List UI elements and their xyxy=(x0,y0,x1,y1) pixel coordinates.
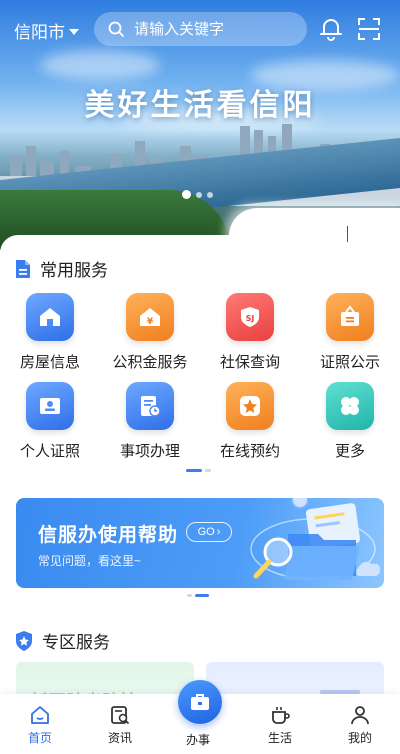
city-name: 信阳市 xyxy=(14,23,65,42)
service-label: 个人证照 xyxy=(19,443,80,460)
house-icon xyxy=(26,293,74,341)
social-security-icon: SJ xyxy=(226,293,274,341)
section-title: 常用服务 xyxy=(40,261,108,280)
user-icon xyxy=(351,706,369,725)
service-label: 社保查询 xyxy=(219,354,280,371)
nav-home[interactable]: 首页 xyxy=(0,694,80,754)
chevron-down-icon xyxy=(69,28,79,35)
chevron-right-icon: › xyxy=(216,526,221,538)
banner-pagination xyxy=(182,190,213,199)
service-housing-fund[interactable]: ¥ 公积金服务 xyxy=(100,293,200,372)
svg-text:SJ: SJ xyxy=(246,314,255,323)
zone-services-header: 专区服务 xyxy=(14,628,110,653)
go-label: GO xyxy=(197,526,215,538)
pagination-dot xyxy=(182,190,191,199)
bottom-navigation: 首页 资讯 ​ 生活 我的 办事 xyxy=(0,680,400,754)
nav-life[interactable]: 生活 xyxy=(240,694,320,754)
document-icon xyxy=(16,259,30,278)
nav-label: 资讯 xyxy=(107,731,132,745)
service-label: 公积金服务 xyxy=(112,354,188,371)
svg-text:¥: ¥ xyxy=(147,317,154,327)
folder-magnifier-illustration xyxy=(250,498,380,580)
nav-label: 我的 xyxy=(347,731,372,745)
nav-news[interactable]: 资讯 xyxy=(80,694,160,754)
briefcase-icon xyxy=(191,694,209,710)
services-row-1: 房屋信息 ¥ 公积金服务 SJ 社保查询 证照公示 xyxy=(0,293,400,372)
common-services-header: 常用服务 xyxy=(14,256,108,281)
service-label: 证照公示 xyxy=(319,354,380,371)
shield-star-icon xyxy=(16,630,32,651)
search-icon xyxy=(108,21,124,37)
help-subtitle: 常见问题，看这里~ xyxy=(38,554,142,568)
pagination-indicator xyxy=(195,594,209,597)
service-label: 事项办理 xyxy=(119,443,180,460)
pagination-indicator xyxy=(187,594,192,597)
news-icon xyxy=(111,706,130,725)
home-icon xyxy=(31,706,49,724)
briefcase-button[interactable] xyxy=(178,680,222,724)
search-bar[interactable] xyxy=(94,12,307,46)
banner-wave-decoration xyxy=(229,208,400,262)
service-label: 房屋信息 xyxy=(19,354,80,371)
service-label: 更多 xyxy=(334,443,365,460)
service-matter-handling[interactable]: 事项办理 xyxy=(100,382,200,461)
id-card-icon xyxy=(26,382,74,430)
service-house-info[interactable]: 房屋信息 xyxy=(0,293,100,372)
go-button[interactable]: GO › xyxy=(186,522,232,542)
pagination-dot xyxy=(196,191,202,198)
help-title: 信服办使用帮助 xyxy=(38,525,179,546)
clover-icon xyxy=(326,382,374,430)
services-pagination xyxy=(186,469,211,472)
help-banner[interactable]: 信服办使用帮助 GO › 常见问题，看这里~ xyxy=(16,498,384,588)
city-selector[interactable]: 信阳市 xyxy=(14,18,79,43)
banner-title: 美好生活看信阳 xyxy=(84,89,316,122)
search-input[interactable] xyxy=(134,20,284,38)
bell-icon[interactable] xyxy=(318,16,344,42)
service-personal-license[interactable]: 个人证照 xyxy=(0,382,100,461)
nav-label: 办事 xyxy=(186,733,211,747)
nav-label: 生活 xyxy=(267,731,292,745)
service-license-notice[interactable]: 证照公示 xyxy=(300,293,400,372)
scan-icon[interactable] xyxy=(356,16,382,42)
nav-mine[interactable]: 我的 xyxy=(320,694,400,754)
certificate-icon xyxy=(326,293,374,341)
document-clock-icon xyxy=(126,382,174,430)
service-more[interactable]: 更多 xyxy=(300,382,400,461)
services-row-2: 个人证照 事项办理 在线预约 更多 xyxy=(0,382,400,461)
service-social-security[interactable]: SJ 社保查询 xyxy=(200,293,300,372)
nav-label: 首页 xyxy=(27,731,52,745)
pagination-indicator xyxy=(186,469,202,472)
star-icon xyxy=(226,382,274,430)
service-online-booking[interactable]: 在线预约 xyxy=(200,382,300,461)
section-title: 专区服务 xyxy=(42,633,110,652)
coffee-cup-icon xyxy=(272,707,290,724)
yen-house-icon: ¥ xyxy=(126,293,174,341)
help-pagination xyxy=(187,594,209,597)
pagination-indicator xyxy=(205,469,211,472)
pagination-dot xyxy=(207,191,213,198)
service-label: 在线预约 xyxy=(219,443,280,460)
